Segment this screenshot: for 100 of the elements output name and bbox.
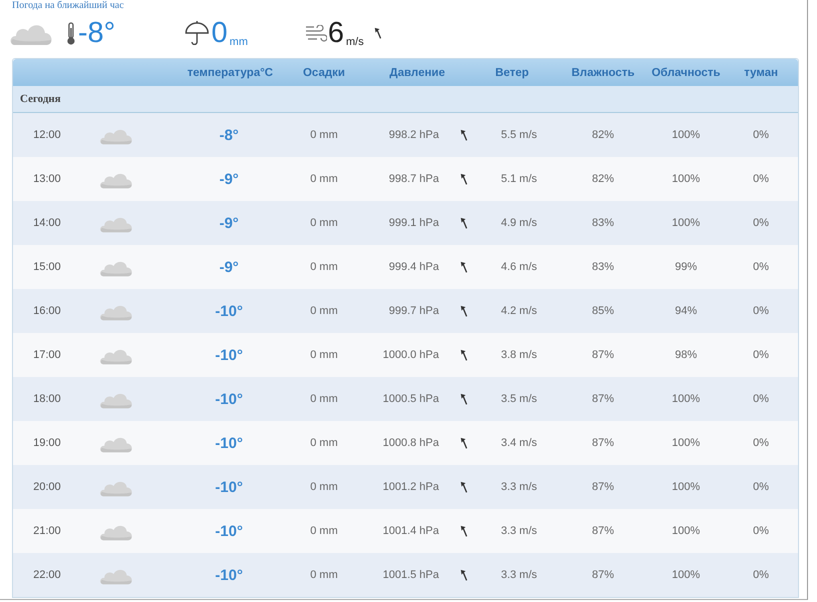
cloudiness-cell-text: 100% [670, 481, 702, 493]
page-title: Погода на ближайший час [11, 0, 125, 11]
precipitation-cell-text: 0 mm [309, 349, 339, 361]
fog-cell-text: 0% [752, 481, 770, 493]
pressure-cell-text: 1000.5 hPa [382, 393, 440, 405]
current-precipitation: 0 [211, 17, 228, 49]
fog-cell-text: 0% [752, 393, 770, 405]
precipitation-unit: mm [230, 36, 248, 48]
wind-speed-cell-text: 4.9 m/s [500, 217, 538, 229]
fog-cell-text: 0% [752, 217, 770, 229]
cloudiness-cell-text: 100% [670, 525, 702, 537]
temperature-cell-text: -10° [214, 522, 244, 540]
column-header: температура°C [186, 66, 274, 80]
wind-direction-icon [460, 173, 468, 185]
column-header: туман [743, 66, 779, 80]
humidity-cell-text: 87% [590, 525, 616, 537]
temperature-cell-text: -10° [214, 346, 244, 364]
current-temperature: -8° [78, 17, 116, 49]
wind-direction-icon [460, 393, 468, 405]
humidity-cell-text: 87% [590, 481, 616, 493]
cloudiness-cell-text: 100% [670, 217, 702, 229]
wind-speed-cell-text: 3.3 m/s [500, 481, 538, 493]
pressure-cell-text: 1001.2 hPa [382, 481, 440, 493]
wind-unit: m/s [346, 36, 364, 48]
cloudiness-cell-text: 100% [670, 173, 702, 185]
section-title: Сегодня [19, 93, 61, 105]
wind-speed-cell-text: 3.3 m/s [500, 525, 538, 537]
wind-direction-icon [460, 305, 468, 317]
current-wind-speed: 6 [328, 17, 344, 49]
humidity-cell-text: 87% [590, 437, 616, 449]
time-cell-text: 20:00 [32, 481, 62, 493]
fog-cell-text: 0% [752, 305, 770, 317]
pressure-cell-text: 1001.5 hPa [382, 569, 440, 581]
wind-direction-icon [460, 129, 468, 141]
wind-speed-cell-text: 3.4 m/s [500, 437, 538, 449]
time-cell-text: 18:00 [32, 393, 62, 405]
fog-cell-text: 0% [752, 349, 770, 361]
fog-cell-text: 0% [752, 261, 770, 273]
wind-speed-cell-text: 3.3 m/s [500, 569, 538, 581]
fog-cell-text: 0% [752, 437, 770, 449]
time-cell-text: 22:00 [32, 569, 62, 581]
time-cell-text: 13:00 [32, 173, 62, 185]
wind-speed-cell-text: 4.6 m/s [500, 261, 538, 273]
humidity-cell-text: 87% [590, 569, 616, 581]
precipitation-cell-text: 0 mm [309, 173, 339, 185]
humidity-cell-text: 87% [590, 393, 616, 405]
column-header: Осадки [302, 66, 346, 80]
wind-direction-icon [460, 437, 468, 449]
pressure-cell-text: 1000.0 hPa [382, 349, 440, 361]
precipitation-cell-text: 0 mm [309, 481, 339, 493]
temperature-cell-text: -9° [218, 258, 240, 276]
humidity-cell-text: 82% [590, 173, 616, 185]
fog-cell-text: 0% [752, 525, 770, 537]
umbrella-icon [184, 21, 210, 45]
time-cell-text: 19:00 [32, 437, 62, 449]
humidity-cell-text: 87% [590, 349, 616, 361]
wind-icon [304, 24, 327, 42]
wind-direction-icon [374, 27, 382, 39]
pressure-cell-text: 1001.4 hPa [382, 525, 440, 537]
precipitation-cell-text: 0 mm [309, 217, 339, 229]
precipitation-cell-text: 0 mm [309, 437, 339, 449]
wind-speed-cell-text: 5.5 m/s [500, 129, 538, 141]
column-header: Облачность [650, 66, 722, 80]
time-cell-text: 14:00 [32, 217, 62, 229]
wind-direction-icon [460, 569, 468, 581]
humidity-cell-text: 82% [590, 129, 616, 141]
precipitation-cell-text: 0 mm [309, 305, 339, 317]
time-cell-text: 16:00 [32, 305, 62, 317]
humidity-cell-text: 85% [590, 305, 616, 317]
time-cell-text: 12:00 [32, 129, 62, 141]
cloudiness-cell-text: 100% [670, 569, 702, 581]
temperature-cell-text: -9° [218, 214, 240, 232]
wind-direction-icon [460, 481, 468, 493]
cloudiness-cell-text: 100% [670, 393, 702, 405]
column-header: Влажность [570, 66, 636, 80]
temperature-cell-text: -9° [218, 170, 240, 188]
fog-cell-text: 0% [752, 173, 770, 185]
cloudiness-cell-text: 98% [674, 349, 698, 361]
temperature-cell-text: -10° [214, 434, 244, 452]
time-cell-text: 17:00 [32, 349, 62, 361]
precipitation-cell-text: 0 mm [309, 393, 339, 405]
cloudiness-cell-text: 100% [670, 129, 702, 141]
precipitation-cell-text: 0 mm [309, 569, 339, 581]
temperature-cell-text: -10° [214, 566, 244, 584]
wind-direction-icon [460, 349, 468, 361]
wind-speed-cell-text: 4.2 m/s [500, 305, 538, 317]
cloudiness-cell-text: 99% [674, 261, 698, 273]
temperature-cell-text: -10° [214, 302, 244, 320]
pressure-cell-text: 1000.8 hPa [382, 437, 440, 449]
precipitation-cell-text: 0 mm [309, 129, 339, 141]
fog-cell-text: 0% [752, 569, 770, 581]
column-header: Давление [388, 66, 446, 80]
wind-speed-cell-text: 5.1 m/s [500, 173, 538, 185]
wind-speed-cell-text: 3.8 m/s [500, 349, 538, 361]
pressure-cell-text: 999.4 hPa [388, 261, 440, 273]
temperature-cell-text: -10° [214, 478, 244, 496]
wind-direction-icon [460, 525, 468, 537]
time-cell-text: 21:00 [32, 525, 62, 537]
wind-direction-icon [460, 261, 468, 273]
humidity-cell-text: 83% [590, 217, 616, 229]
